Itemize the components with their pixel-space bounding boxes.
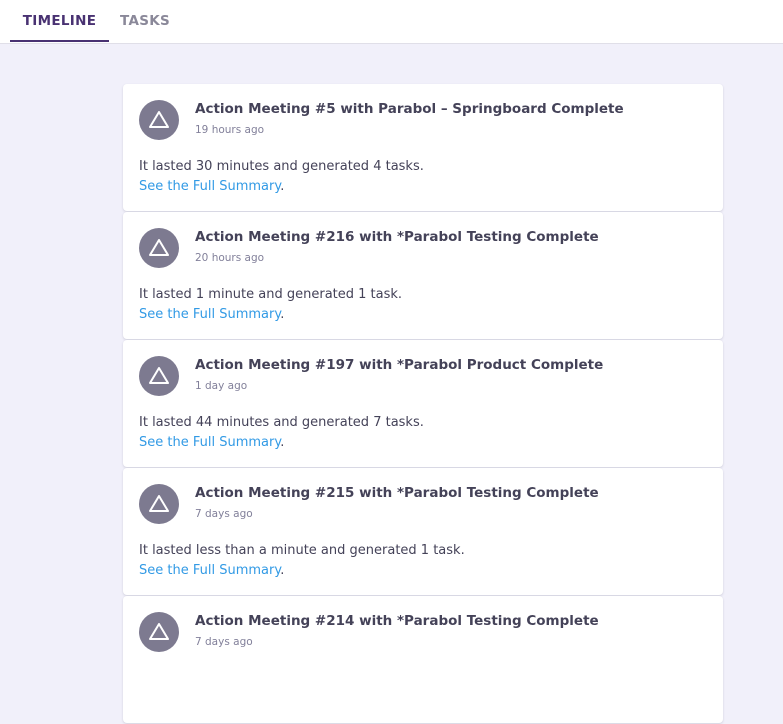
event-timestamp: 7 days ago	[195, 636, 253, 648]
event-summary: It lasted 44 minutes and generated 7 tas…	[139, 413, 424, 453]
full-summary-link[interactable]: See the Full Summary	[139, 179, 280, 194]
event-title: Action Meeting #216 with *Parabol Testin…	[195, 229, 599, 245]
timeline-event-card: Action Meeting #197 with *Parabol Produc…	[123, 340, 723, 467]
full-summary-link[interactable]: See the Full Summary	[139, 307, 280, 322]
triangle-icon	[149, 495, 169, 512]
link-suffix: .	[280, 179, 285, 194]
timeline-event-card: Action Meeting #5 with Parabol – Springb…	[123, 84, 723, 211]
triangle-icon	[149, 623, 169, 640]
tab-timeline[interactable]: TIMELINE	[10, 0, 109, 43]
link-suffix: .	[280, 307, 285, 322]
event-timestamp: 1 day ago	[195, 380, 248, 392]
link-suffix: .	[280, 435, 285, 450]
event-summary-text: It lasted 1 minute and generated 1 task.	[139, 287, 403, 302]
tab-tasks[interactable]: TASKS	[113, 0, 177, 43]
avatar	[139, 228, 179, 268]
active-tab-indicator	[10, 40, 109, 42]
full-summary-link[interactable]: See the Full Summary	[139, 435, 280, 450]
full-summary-link[interactable]: See the Full Summary	[139, 563, 280, 578]
link-suffix: .	[280, 563, 285, 578]
event-timestamp: 20 hours ago	[195, 252, 265, 264]
avatar	[139, 612, 179, 652]
event-summary-text: It lasted 30 minutes and generated 4 tas…	[139, 159, 424, 174]
event-title: Action Meeting #5 with Parabol – Springb…	[195, 101, 624, 117]
event-title: Action Meeting #197 with *Parabol Produc…	[195, 357, 604, 373]
timeline-feed: Action Meeting #5 with Parabol – Springb…	[123, 84, 723, 724]
event-timestamp: 7 days ago	[195, 508, 253, 520]
timeline-event-card: Action Meeting #216 with *Parabol Testin…	[123, 212, 723, 339]
event-summary-text: It lasted less than a minute and generat…	[139, 543, 465, 558]
avatar	[139, 100, 179, 140]
event-summary: It lasted less than a minute and generat…	[139, 541, 465, 581]
avatar	[139, 356, 179, 396]
event-title: Action Meeting #215 with *Parabol Testin…	[195, 485, 599, 501]
avatar	[139, 484, 179, 524]
event-timestamp: 19 hours ago	[195, 124, 265, 136]
event-summary: It lasted 30 minutes and generated 4 tas…	[139, 157, 424, 197]
event-title: Action Meeting #214 with *Parabol Testin…	[195, 613, 599, 629]
triangle-icon	[149, 111, 169, 128]
triangle-icon	[149, 367, 169, 384]
triangle-icon	[149, 239, 169, 256]
event-summary: It lasted 1 minute and generated 1 task.…	[139, 285, 402, 325]
timeline-event-card: Action Meeting #214 with *Parabol Testin…	[123, 596, 723, 723]
event-summary-text: It lasted 44 minutes and generated 7 tas…	[139, 415, 424, 430]
tab-bar: TIMELINE TASKS	[0, 0, 783, 44]
timeline-event-card: Action Meeting #215 with *Parabol Testin…	[123, 468, 723, 595]
